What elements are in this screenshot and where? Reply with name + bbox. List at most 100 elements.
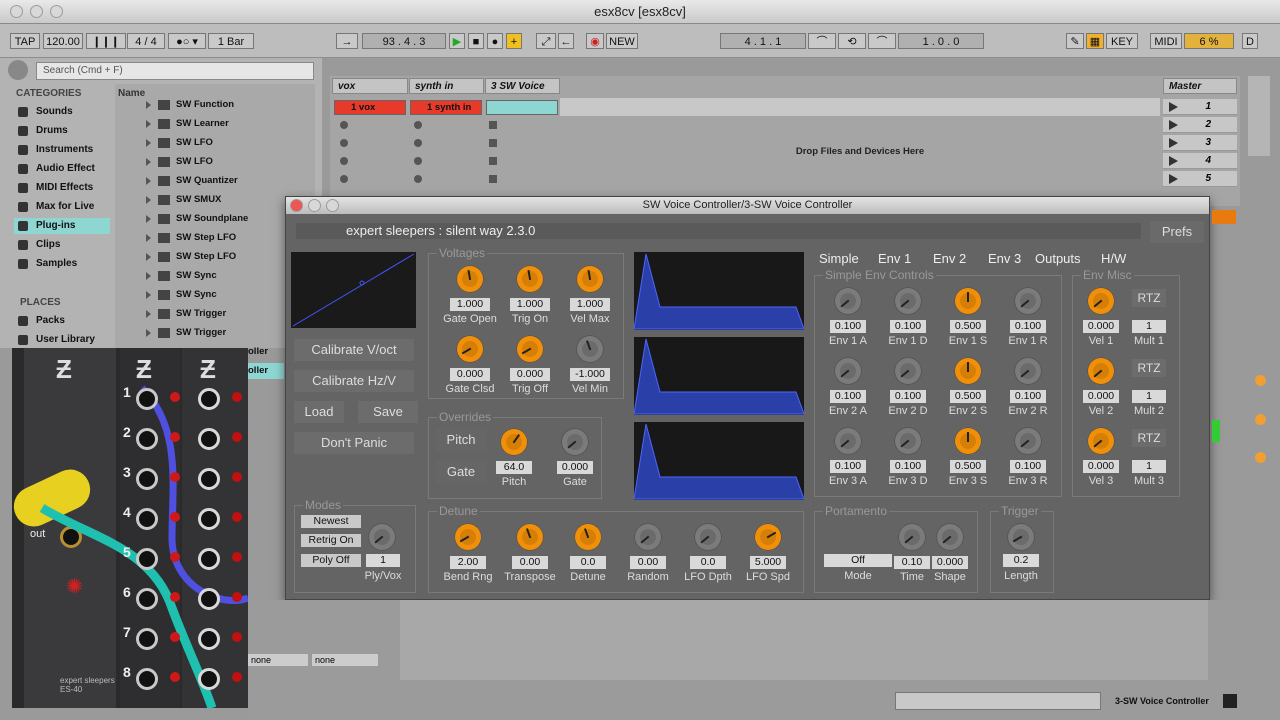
browser-item-partial[interactable]: oller (248, 346, 268, 357)
pitch-override-button[interactable]: Pitch (436, 429, 486, 451)
bend-rng-value[interactable]: 2.00 (450, 556, 486, 569)
env-2-s-value[interactable]: 0.500 (950, 390, 986, 403)
calibrate-voct-button[interactable]: Calibrate V/oct (294, 339, 414, 361)
new-button[interactable]: NEW (606, 33, 638, 49)
back-to-arrangement-icon[interactable]: ← (558, 33, 574, 49)
env-1-d-knob[interactable] (894, 287, 922, 315)
rtz-2-button[interactable]: RTZ (1132, 359, 1166, 377)
env-1-d-value[interactable]: 0.100 (890, 320, 926, 333)
clip-slot-button[interactable] (414, 175, 422, 183)
env-2-a-knob[interactable] (834, 357, 862, 385)
env-2-d-value[interactable]: 0.100 (890, 390, 926, 403)
plugin-minimize-button[interactable] (308, 199, 321, 212)
overdub-icon[interactable]: + (506, 33, 522, 49)
draw-mode-icon[interactable]: ✎ (1066, 33, 1084, 49)
automation-icon[interactable]: ⤢ (536, 33, 556, 49)
tab-env1[interactable]: Env 1 (878, 251, 911, 266)
category-samples[interactable]: Samples (14, 256, 110, 272)
browser-item[interactable]: SW Learner (146, 116, 229, 132)
env-3-s-value[interactable]: 0.500 (950, 460, 986, 473)
mode-newest-option[interactable]: Newest (301, 515, 361, 528)
mode-retrig-option[interactable]: Retrig On (301, 534, 361, 547)
category-instruments[interactable]: Instruments (14, 142, 110, 158)
track-header-synth-in[interactable]: synth in (409, 78, 484, 94)
song-position-field[interactable]: 93 . 4 . 3 (362, 33, 446, 49)
vel-min-value[interactable]: -1.000 (570, 368, 610, 381)
load-button[interactable]: Load (294, 401, 344, 423)
key-map-button[interactable]: KEY (1106, 33, 1138, 49)
prefs-button[interactable]: Prefs (1150, 221, 1204, 243)
random-knob[interactable] (634, 523, 662, 551)
portamento-time-knob[interactable] (898, 523, 926, 551)
clip-slot-button[interactable] (414, 139, 422, 147)
env-3-d-value[interactable]: 0.100 (890, 460, 926, 473)
metronome-icon[interactable]: ❙❙❙ (86, 33, 126, 49)
tap-button[interactable]: TAP (10, 33, 40, 49)
record-icon[interactable]: ● (487, 33, 503, 49)
env-3-r-value[interactable]: 0.100 (1010, 460, 1046, 473)
place-packs[interactable]: Packs (14, 313, 110, 329)
meter-field[interactable]: 4 / 4 (127, 33, 165, 49)
scene-launch-4[interactable]: 4 (1163, 153, 1237, 169)
browser-item[interactable]: SW LFO (146, 135, 213, 151)
trigger-length-knob[interactable] (1007, 523, 1035, 551)
category-audio-effect[interactable]: Audio Effect (14, 161, 110, 177)
browser-item[interactable]: SW Soundplane (146, 211, 248, 227)
browser-item[interactable]: SW LFO (146, 154, 213, 170)
portamento-mode-value[interactable]: Off (824, 554, 892, 567)
input-select-2[interactable]: none (312, 654, 378, 666)
lfo-dpth-knob[interactable] (694, 523, 722, 551)
scene-launch-5[interactable]: 5 (1163, 171, 1237, 187)
portamento-shape-knob[interactable] (936, 523, 964, 551)
env-1-a-knob[interactable] (834, 287, 862, 315)
env-1-a-value[interactable]: 0.100 (830, 320, 866, 333)
browser-item[interactable]: SW Trigger (146, 306, 226, 322)
browser-toggle-icon[interactable] (8, 60, 28, 80)
browser-item[interactable]: SW Function (146, 97, 234, 113)
category-midi-effects[interactable]: MIDI Effects (14, 180, 110, 196)
category-max-for-live[interactable]: Max for Live (14, 199, 110, 215)
gate-open-value[interactable]: 1.000 (450, 298, 490, 311)
stop-slot-button[interactable] (489, 157, 497, 165)
trigger-length-value[interactable]: 0.2 (1003, 554, 1039, 567)
detune-value[interactable]: 0.0 (570, 556, 606, 569)
punch-out-icon[interactable]: ⌒ (868, 33, 896, 49)
pitch-override-knob[interactable] (500, 428, 528, 456)
category-drums[interactable]: Drums (14, 123, 110, 139)
mult-2-value[interactable]: 1 (1132, 390, 1166, 403)
place-user-library[interactable]: User Library (14, 332, 110, 348)
env-2-s-knob[interactable] (954, 357, 982, 385)
trig-on-value[interactable]: 1.000 (510, 298, 550, 311)
transpose-value[interactable]: 0.00 (512, 556, 548, 569)
browser-item[interactable]: SW Quantizer (146, 173, 238, 189)
category-sounds[interactable]: Sounds (14, 104, 110, 120)
loop-icon[interactable]: ⟲ (838, 33, 866, 49)
env-3-a-knob[interactable] (834, 427, 862, 455)
tab-env2[interactable]: Env 2 (933, 251, 966, 266)
clip-slot-button[interactable] (414, 121, 422, 129)
save-button[interactable]: Save (358, 401, 418, 423)
mult-3-value[interactable]: 1 (1132, 460, 1166, 473)
device-on-icon[interactable] (1212, 210, 1236, 224)
trig-on-knob[interactable] (516, 265, 544, 293)
lfo-dpth-value[interactable]: 0.0 (690, 556, 726, 569)
plugin-zoom-button[interactable] (326, 199, 339, 212)
browser-item-selected[interactable]: oller (248, 363, 284, 379)
vel-1-knob[interactable] (1087, 287, 1115, 315)
name-column-header[interactable]: Name (118, 88, 145, 99)
search-input[interactable]: Search (Cmd + F) (36, 62, 314, 80)
env-3-d-knob[interactable] (894, 427, 922, 455)
trig-off-value[interactable]: 0.000 (510, 368, 550, 381)
env-1-s-knob[interactable] (954, 287, 982, 315)
vel-3-knob[interactable] (1087, 427, 1115, 455)
clip-synth-in[interactable]: 1 synth in (410, 100, 482, 115)
env-3-a-value[interactable]: 0.100 (830, 460, 866, 473)
tab-env3[interactable]: Env 3 (988, 251, 1021, 266)
trig-off-knob[interactable] (516, 335, 544, 363)
ply-vox-value[interactable]: 1 (366, 554, 400, 567)
dont-panic-button[interactable]: Don't Panic (294, 432, 414, 454)
vel-2-knob[interactable] (1087, 357, 1115, 385)
quantize-select[interactable]: 1 Bar (208, 33, 254, 49)
tab-simple[interactable]: Simple (819, 251, 859, 266)
solo-icon[interactable] (1255, 375, 1266, 386)
